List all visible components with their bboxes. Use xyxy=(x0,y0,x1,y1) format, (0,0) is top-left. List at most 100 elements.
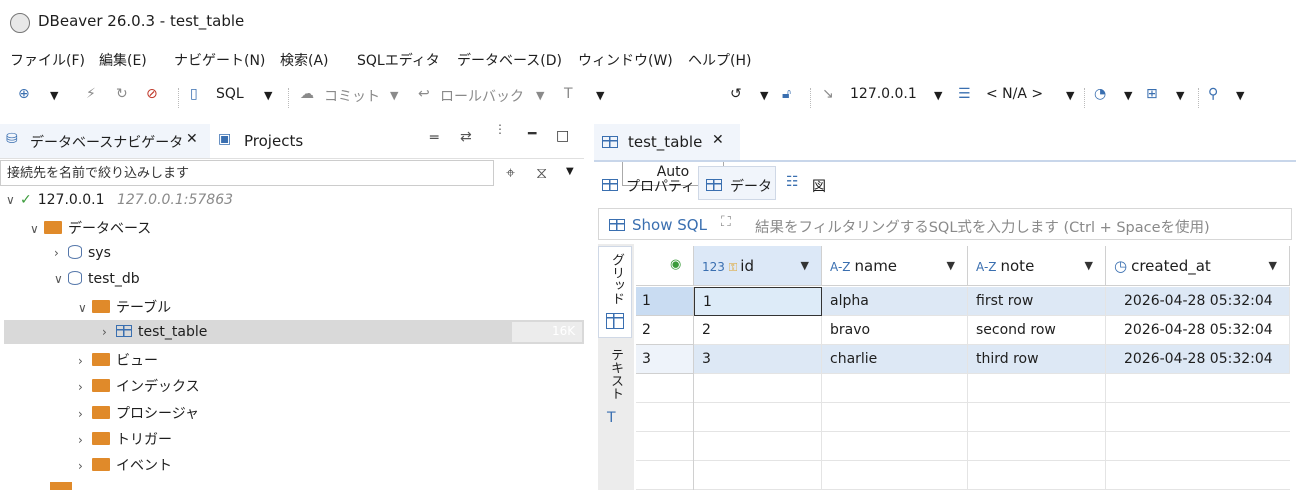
tab-projects[interactable]: Projects xyxy=(244,132,303,150)
transaction-log-icon[interactable]: T xyxy=(564,86,573,102)
maximize-icon[interactable]: □ xyxy=(556,128,569,144)
sql-dropdown-icon[interactable]: ▼ xyxy=(264,89,272,102)
sort-dropdown-icon[interactable]: ▼ xyxy=(947,246,955,286)
connection-dropdown-icon[interactable]: ▼ xyxy=(934,89,942,102)
new-connection-icon[interactable]: ⊕ xyxy=(18,86,30,102)
row-number[interactable]: 3 xyxy=(636,345,694,374)
table-cell[interactable]: 2026-04-28 05:32:04 xyxy=(1106,316,1290,345)
tree-tables[interactable]: ∨ テーブル xyxy=(78,297,171,317)
chevron-right-icon[interactable]: › xyxy=(78,354,92,368)
expand-icon[interactable]: ⛶ xyxy=(721,214,731,230)
result-filter-input[interactable]: 結果をフィルタリングするSQL式を入力します (Ctrl + Spaceを使用) xyxy=(755,216,1210,237)
chevron-right-icon[interactable]: › xyxy=(54,246,68,260)
lock-icon[interactable]: 🔓︎ xyxy=(782,86,791,102)
select-all-corner[interactable]: ◉ xyxy=(636,246,694,286)
table-cell[interactable]: bravo xyxy=(822,316,968,345)
filter-options-icon[interactable]: ⧖ xyxy=(536,163,547,183)
tree-events[interactable]: › イベント xyxy=(78,455,172,475)
grid-mode-tab[interactable]: グリッド xyxy=(598,246,632,338)
active-schema-selector[interactable]: < N/A > xyxy=(986,86,1043,102)
table-cell[interactable]: 3 xyxy=(694,345,822,374)
table-cell[interactable]: 1 xyxy=(694,287,822,316)
column-header-note[interactable]: A-Z note ▼ xyxy=(968,246,1106,286)
table-cell[interactable]: second row xyxy=(968,316,1106,345)
schema-dropdown-icon[interactable]: ▼ xyxy=(1066,89,1074,102)
filter-dropdown-icon[interactable]: ▼ xyxy=(566,166,574,177)
invalidate-icon[interactable]: ↻ xyxy=(116,86,128,102)
text-mode-tab[interactable]: テキスト T xyxy=(598,342,632,438)
row-number[interactable]: 2 xyxy=(636,316,694,345)
show-sql-button[interactable]: Show SQL xyxy=(632,216,707,234)
table-cell[interactable]: 2 xyxy=(694,316,822,345)
column-header-name[interactable]: A-Z name ▼ xyxy=(822,246,968,286)
link-editor-icon[interactable]: ⇄ xyxy=(460,129,472,145)
collapse-all-icon[interactable]: ═ xyxy=(430,130,438,146)
new-connection-dropdown-icon[interactable]: ▼ xyxy=(50,89,58,102)
menu-edit[interactable]: 編集(E) xyxy=(99,50,147,70)
menu-search[interactable]: 検索(A) xyxy=(280,50,329,70)
tab-test-table[interactable]: test_table ✕ xyxy=(594,124,740,160)
table-cell[interactable]: 2026-04-28 05:32:04 xyxy=(1106,287,1290,316)
chevron-right-icon[interactable]: › xyxy=(78,407,92,421)
menu-sql-editor[interactable]: SQLエディタ xyxy=(357,50,440,70)
er-diagram-icon[interactable]: ⊞ xyxy=(1146,86,1158,102)
subtab-diagram[interactable]: 図 xyxy=(812,176,826,196)
diagram-dropdown-icon[interactable]: ▼ xyxy=(1176,89,1184,102)
dashboard-dropdown-icon[interactable]: ▼ xyxy=(1124,89,1132,102)
tree-db-sys[interactable]: › sys xyxy=(54,245,111,261)
subtab-data[interactable]: データ xyxy=(730,176,772,196)
table-cell[interactable]: third row xyxy=(968,345,1106,374)
search-icon[interactable]: ⚲ xyxy=(1208,86,1218,102)
subtab-properties[interactable]: プロパティ xyxy=(626,176,695,196)
commit-dropdown-icon[interactable]: ▼ xyxy=(390,89,398,102)
sql-editor-button[interactable]: SQL xyxy=(216,86,244,102)
connection-filter-input[interactable]: 接続先を名前で絞り込みします xyxy=(0,160,494,186)
tree-db-test-db[interactable]: ∨ test_db xyxy=(54,271,140,287)
close-icon[interactable]: ✕ xyxy=(712,132,724,148)
row-number[interactable]: 1 xyxy=(636,287,694,316)
chevron-down-icon[interactable]: ∨ xyxy=(54,272,68,286)
rollback-dropdown-icon[interactable]: ▼ xyxy=(536,89,544,102)
sort-dropdown-icon[interactable]: ▼ xyxy=(801,246,809,286)
tx-dropdown-icon[interactable]: ▼ xyxy=(596,89,604,102)
filter-connected-icon[interactable]: ⌖ xyxy=(506,163,515,183)
table-cell[interactable]: first row xyxy=(968,287,1106,316)
sort-dropdown-icon[interactable]: ▼ xyxy=(1269,246,1277,286)
chevron-right-icon[interactable]: › xyxy=(78,433,92,447)
disconnect-icon[interactable]: ⊘ xyxy=(146,86,158,102)
column-header-id[interactable]: 123 ⚿ id ▼ xyxy=(694,246,822,286)
chevron-right-icon[interactable]: › xyxy=(102,325,116,339)
chevron-down-icon[interactable]: ∨ xyxy=(30,222,44,236)
minimize-icon[interactable]: ━ xyxy=(528,126,536,142)
menu-navigate[interactable]: ナビゲート(N) xyxy=(174,50,265,70)
chevron-down-icon[interactable]: ∨ xyxy=(6,193,20,207)
table-cell[interactable]: alpha xyxy=(822,287,968,316)
table-cell[interactable]: 2026-04-28 05:32:04 xyxy=(1106,345,1290,374)
chevron-right-icon[interactable]: › xyxy=(78,459,92,473)
tree-indexes[interactable]: › インデックス xyxy=(78,376,200,396)
chevron-right-icon[interactable]: › xyxy=(78,380,92,394)
connect-icon[interactable]: ⚡ xyxy=(86,86,96,102)
menu-help[interactable]: ヘルプ(H) xyxy=(688,50,751,70)
view-menu-icon[interactable]: ⋮ xyxy=(494,123,506,135)
tree-views[interactable]: › ビュー xyxy=(78,350,158,370)
tree-databases[interactable]: ∨ データベース xyxy=(30,218,151,238)
commit-button[interactable]: コミット xyxy=(324,86,380,106)
chevron-down-icon[interactable]: ∨ xyxy=(78,301,92,315)
menu-file[interactable]: ファイル(F) xyxy=(10,50,85,70)
active-connection-selector[interactable]: 127.0.0.1 xyxy=(850,86,917,102)
search-dropdown-icon[interactable]: ▼ xyxy=(1236,89,1244,102)
tree-triggers[interactable]: › トリガー xyxy=(78,429,172,449)
dashboard-icon[interactable]: ◔ xyxy=(1094,86,1106,102)
column-header-created-at[interactable]: ◷ created_at ▼ xyxy=(1106,246,1290,286)
refresh-icon[interactable]: ↺ xyxy=(730,86,742,102)
menu-window[interactable]: ウィンドウ(W) xyxy=(578,50,673,70)
sort-dropdown-icon[interactable]: ▼ xyxy=(1085,246,1093,286)
tree-procedures[interactable]: › プロシージャ xyxy=(78,403,199,423)
table-cell[interactable]: charlie xyxy=(822,345,968,374)
tab-database-navigator[interactable]: ⛁ データベースナビゲータ ✕ xyxy=(0,124,210,158)
rollback-button[interactable]: ロールバック xyxy=(440,86,524,106)
menu-database[interactable]: データベース(D) xyxy=(457,50,562,70)
tree-connection[interactable]: ∨ ✓ 127.0.0.1 127.0.0.1:57863 xyxy=(6,192,233,208)
tree-table-test-table[interactable]: › test_table xyxy=(102,324,207,340)
